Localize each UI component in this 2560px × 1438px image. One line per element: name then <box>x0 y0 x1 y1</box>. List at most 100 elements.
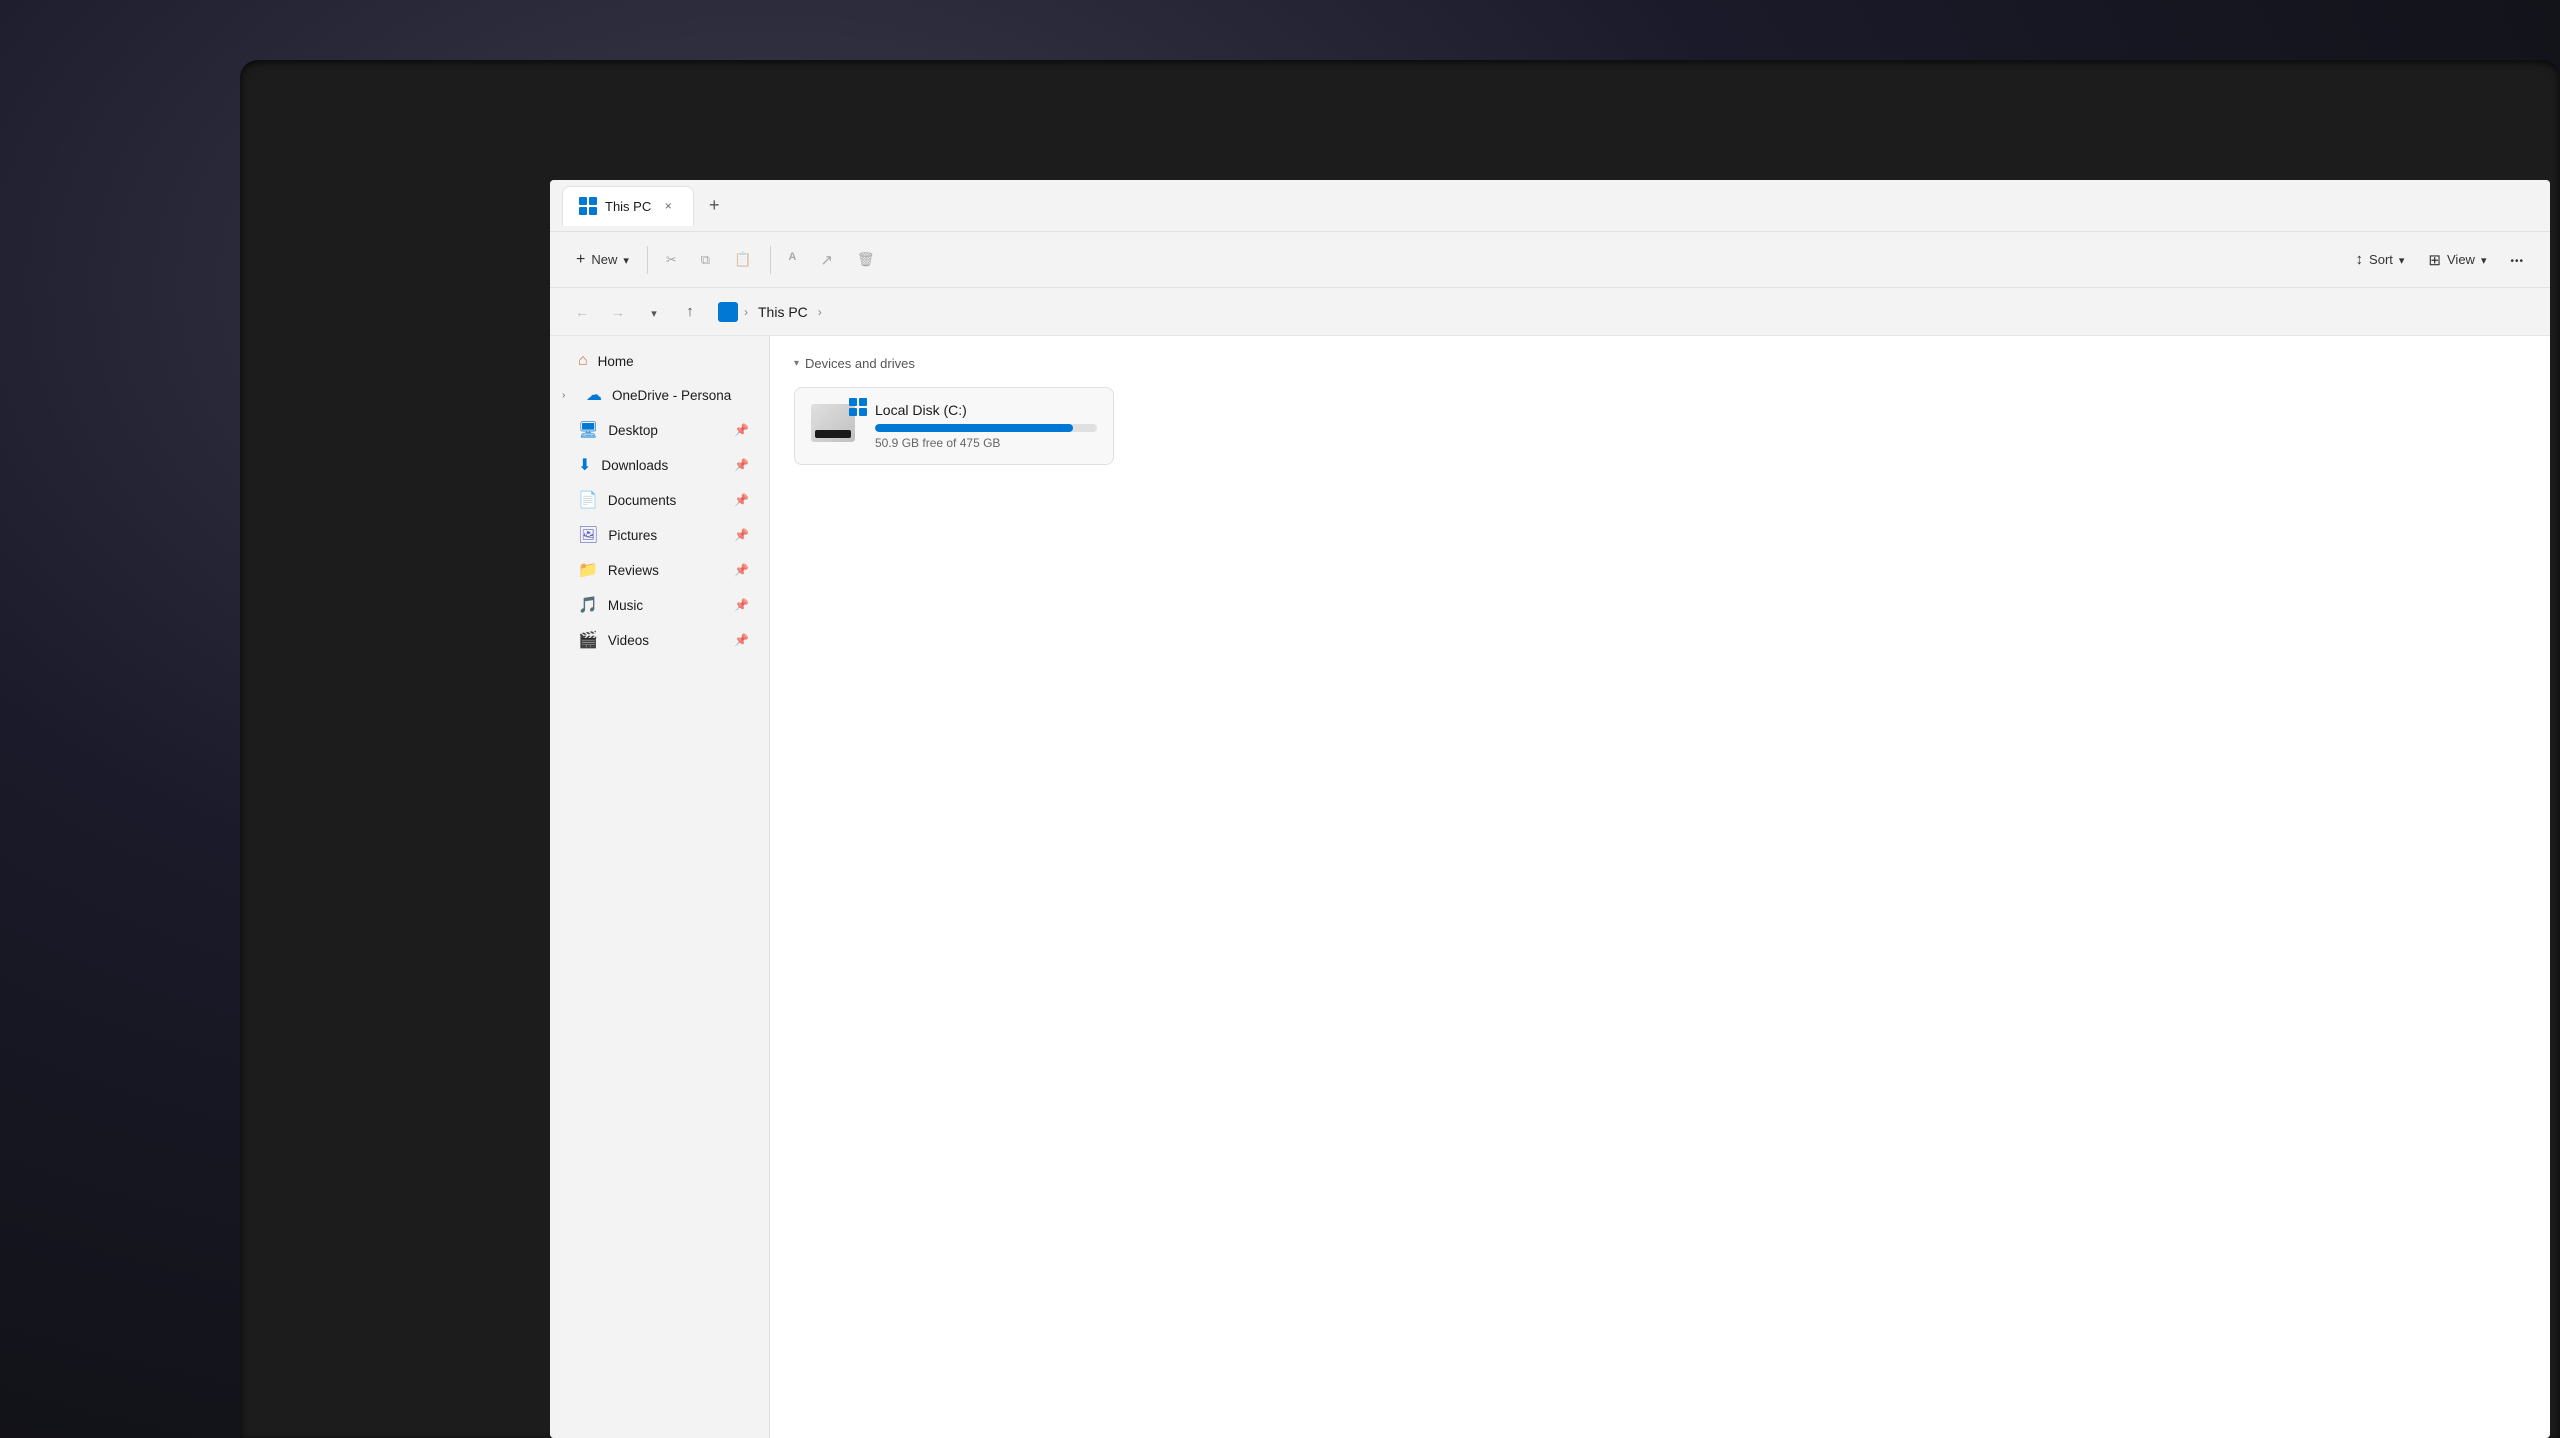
sidebar-item-music[interactable]: 🎵 Music 📌 <box>554 588 765 622</box>
sidebar-item-downloads[interactable]: ⬇ Downloads 📌 <box>554 448 765 482</box>
paste-button[interactable] <box>724 242 761 278</box>
pin-icon-desktop: 📌 <box>734 423 749 437</box>
view-label: View <box>2447 252 2475 267</box>
rename-icon <box>789 251 797 269</box>
new-tab-button[interactable]: + <box>698 190 730 222</box>
view-dropdown-arrow-icon <box>2481 252 2487 267</box>
drive-items-container: Local Disk (C:) 50.9 GB free of 475 GB <box>794 387 2526 465</box>
sort-button[interactable]: Sort <box>2346 242 2415 278</box>
rename-button[interactable] <box>779 242 807 278</box>
drive-bar-container <box>875 424 1097 432</box>
music-icon: 🎵 <box>578 595 598 615</box>
view-button[interactable]: View <box>2418 242 2496 278</box>
new-plus-icon <box>576 251 585 269</box>
tab-title: This PC <box>605 199 651 214</box>
pictures-icon: 🖼 <box>578 525 598 545</box>
videos-icon: 🎬 <box>578 630 598 650</box>
drive-item-c[interactable]: Local Disk (C:) 50.9 GB free of 475 GB <box>794 387 1114 465</box>
content-area: ▾ Devices and drives Local Disk (C:) <box>770 336 2550 1438</box>
copy-button[interactable] <box>691 242 720 278</box>
sort-dropdown-arrow-icon <box>2399 252 2405 267</box>
pin-icon-reviews: 📌 <box>734 563 749 577</box>
view-icon <box>2428 251 2441 269</box>
toolbar: New <box>550 232 2550 288</box>
downloads-icon: ⬇ <box>578 455 591 475</box>
laptop-bezel: This PC × + New <box>240 60 2560 1438</box>
sidebar-item-desktop[interactable]: 🖥 Desktop 📌 <box>554 413 765 447</box>
sidebar-desktop-label: Desktop <box>608 423 658 438</box>
sort-label: Sort <box>2369 252 2393 267</box>
new-button[interactable]: New <box>566 242 639 278</box>
windows-logo-icon <box>579 197 597 215</box>
pin-icon-documents: 📌 <box>734 493 749 507</box>
up-icon <box>686 303 694 320</box>
sidebar-item-home[interactable]: ⌂ Home <box>554 345 765 377</box>
delete-icon <box>857 251 875 268</box>
desktop-icon: 🖥 <box>578 420 598 440</box>
pin-icon-music: 📌 <box>734 598 749 612</box>
forward-button[interactable] <box>602 296 634 328</box>
drive-icon-container <box>811 404 863 448</box>
expand-arrow-icon: › <box>562 390 576 401</box>
sidebar-onedrive-label: OneDrive - Persona <box>612 388 731 403</box>
share-button[interactable] <box>810 242 843 278</box>
section-collapse-arrow-icon: ▾ <box>794 358 799 369</box>
pin-icon-pictures: 📌 <box>734 528 749 542</box>
pin-icon-videos: 📌 <box>734 633 749 647</box>
share-icon <box>820 251 833 269</box>
reviews-icon: 📁 <box>578 560 598 580</box>
main-content: ⌂ Home › ☁ OneDrive - Persona 🖥 Desktop … <box>550 336 2550 1438</box>
dropdown-history-button[interactable] <box>638 296 670 328</box>
sidebar-documents-label: Documents <box>608 493 676 508</box>
pc-icon <box>718 302 738 322</box>
nav-bar: › This PC › <box>550 288 2550 336</box>
paste-icon <box>734 251 751 268</box>
up-directory-button[interactable] <box>674 296 706 328</box>
more-button[interactable] <box>2500 242 2534 278</box>
section-header-devices[interactable]: ▾ Devices and drives <box>794 356 2526 371</box>
screen: This PC × + New <box>550 180 2550 1438</box>
delete-button[interactable] <box>847 242 885 278</box>
back-button[interactable] <box>566 296 598 328</box>
documents-icon: 📄 <box>578 490 598 510</box>
section-label: Devices and drives <box>805 356 915 371</box>
sidebar-item-onedrive[interactable]: › ☁ OneDrive - Persona <box>554 378 765 412</box>
sidebar-downloads-label: Downloads <box>601 458 668 473</box>
cut-button[interactable] <box>656 242 687 278</box>
breadcrumb-sep-1: › <box>744 305 748 319</box>
sidebar-home-label: Home <box>598 354 634 369</box>
sidebar-pictures-label: Pictures <box>608 528 657 543</box>
tab-close-button[interactable]: × <box>659 197 677 215</box>
tab-active[interactable]: This PC × <box>562 186 694 226</box>
tab-area: This PC × + <box>562 186 2538 226</box>
sort-icon <box>2356 251 2364 268</box>
windows-logo-small-icon <box>849 398 867 416</box>
sidebar-music-label: Music <box>608 598 643 613</box>
pin-icon-downloads: 📌 <box>734 458 749 472</box>
drive-name: Local Disk (C:) <box>875 402 1097 418</box>
toolbar-separator-1 <box>647 246 648 274</box>
sidebar-item-reviews[interactable]: 📁 Reviews 📌 <box>554 553 765 587</box>
sidebar-item-videos[interactable]: 🎬 Videos 📌 <box>554 623 765 657</box>
copy-icon <box>701 252 710 268</box>
home-icon: ⌂ <box>578 352 588 370</box>
sidebar-item-documents[interactable]: 📄 Documents 📌 <box>554 483 765 517</box>
onedrive-icon: ☁ <box>586 385 602 405</box>
new-dropdown-arrow-icon <box>623 252 629 267</box>
drive-bar-fill <box>875 424 1073 432</box>
title-bar: This PC × + <box>550 180 2550 232</box>
history-dropdown-icon <box>651 304 657 320</box>
toolbar-right: Sort View <box>2346 242 2534 278</box>
scissors-icon <box>666 252 677 268</box>
new-label: New <box>591 252 617 267</box>
sidebar: ⌂ Home › ☁ OneDrive - Persona 🖥 Desktop … <box>550 336 770 1438</box>
more-icon <box>2510 252 2524 267</box>
breadcrumb-thispc[interactable]: This PC <box>754 302 812 322</box>
forward-icon <box>611 304 625 320</box>
sidebar-item-pictures[interactable]: 🖼 Pictures 📌 <box>554 518 765 552</box>
drive-space: 50.9 GB free of 475 GB <box>875 436 1097 450</box>
back-icon <box>575 304 589 320</box>
drive-info: Local Disk (C:) 50.9 GB free of 475 GB <box>875 402 1097 450</box>
breadcrumb-sep-2: › <box>818 305 822 319</box>
sidebar-videos-label: Videos <box>608 633 649 648</box>
